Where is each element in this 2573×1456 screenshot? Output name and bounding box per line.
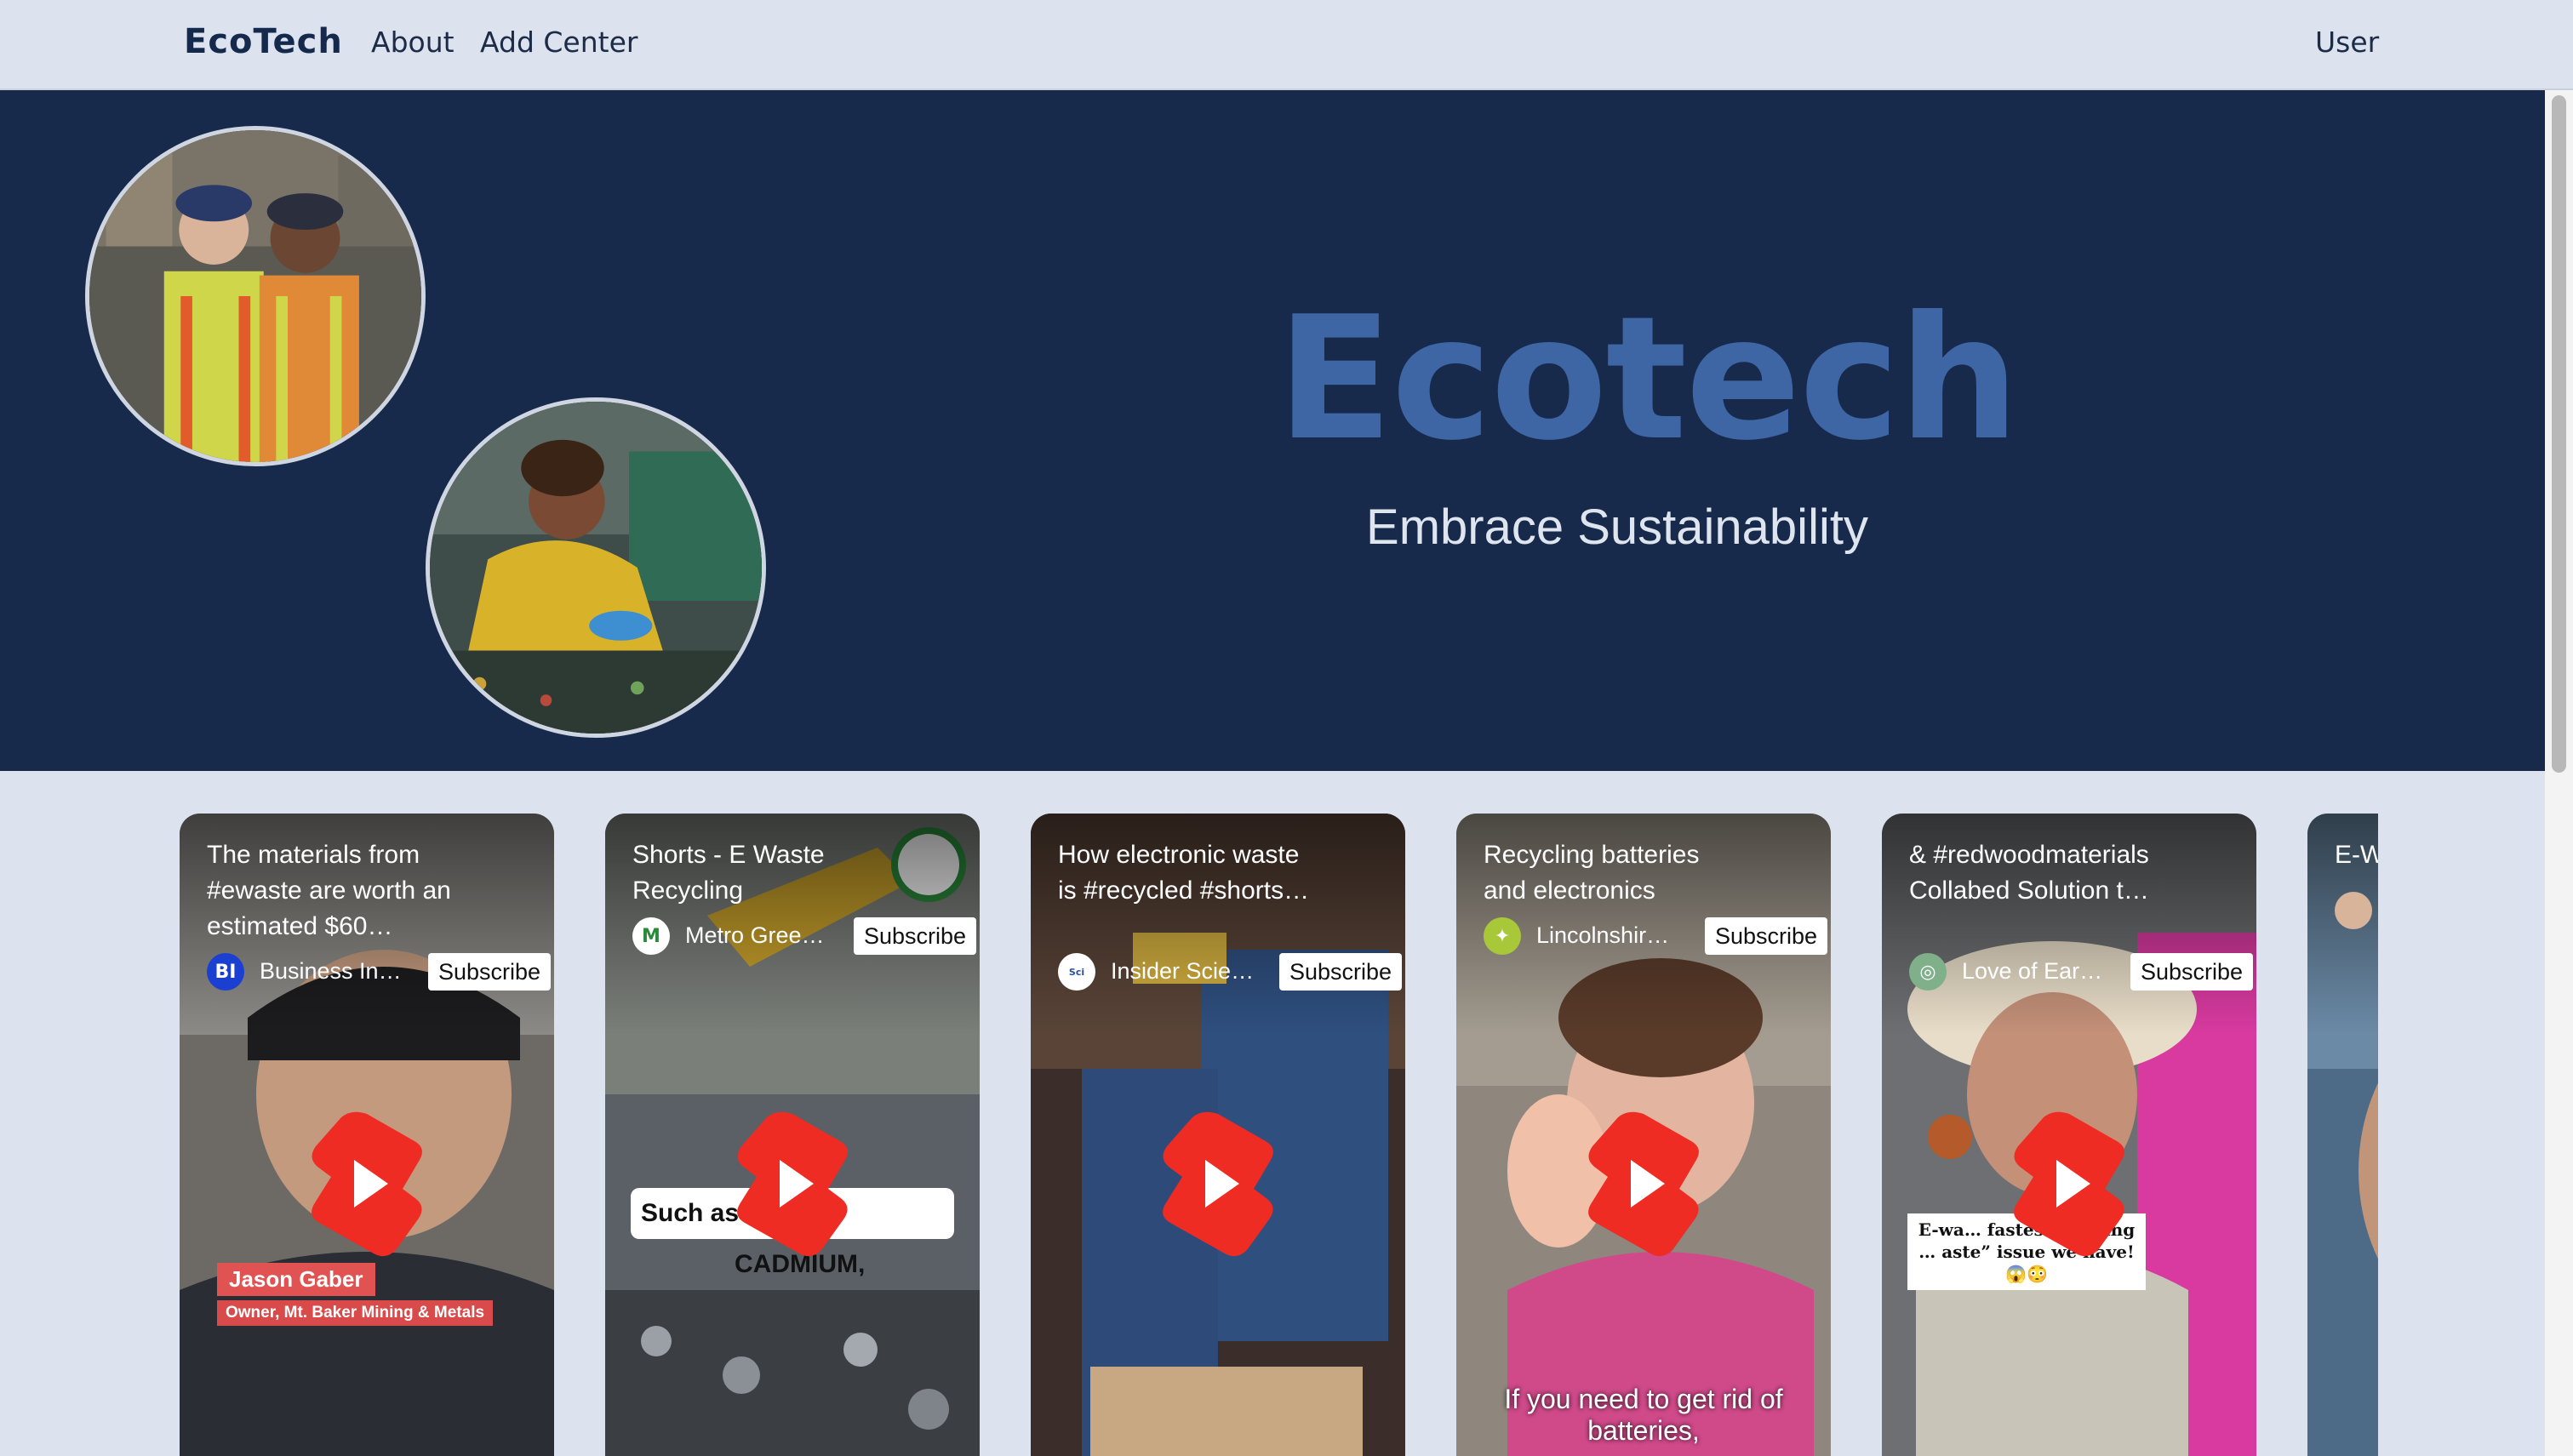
channel-avatar-icon[interactable]: BI — [207, 953, 244, 991]
video-card[interactable]: Shorts - E Waste Recycling M Metro Gree…… — [605, 814, 980, 1456]
channel-name[interactable]: Love of Ear… — [1962, 958, 2115, 985]
video-title: How electronic waste is #recycled #short… — [1058, 841, 1310, 905]
channel-row: Sci Insider Scie… Subscribe — [1058, 953, 1403, 991]
video-title: Shorts - E Waste Recycling — [632, 841, 825, 905]
top-navbar: EcoTech About Add Center User — [0, 0, 2573, 90]
video-card[interactable]: E-W — [2307, 814, 2378, 1456]
video-title: The materials from #ewaste are worth an … — [207, 841, 451, 940]
nav-link-user[interactable]: User — [2315, 26, 2379, 59]
channel-row — [2335, 892, 2378, 929]
video-card[interactable]: & #redwoodmaterials Collabed Solution t…… — [1882, 814, 2256, 1456]
channel-name[interactable]: Metro Gree… — [685, 922, 838, 949]
channel-name[interactable]: Insider Scie… — [1111, 958, 1264, 985]
nav-link-add-center[interactable]: Add Center — [480, 26, 638, 59]
channel-avatar-icon[interactable]: Sci — [1058, 953, 1095, 991]
video-title: Recycling batteries and electronics — [1484, 841, 1700, 905]
youtube-shorts-play-icon[interactable] — [1584, 1107, 1703, 1260]
video-card[interactable]: How electronic waste is #recycled #short… — [1031, 814, 1405, 1456]
hero-subtitle: Embrace Sustainability — [1366, 500, 1868, 555]
hero-photo-technician — [426, 397, 766, 738]
channel-avatar-icon[interactable] — [2335, 892, 2372, 929]
subscribe-button[interactable]: Subscribe — [1705, 917, 1828, 955]
subscribe-button[interactable]: Subscribe — [854, 917, 977, 955]
brand-logo[interactable]: EcoTech — [184, 22, 343, 61]
subscribe-button[interactable]: Subscribe — [1279, 953, 1403, 991]
video-title: & #redwoodmaterials Collabed Solution t… — [1909, 841, 2149, 905]
channel-avatar-icon[interactable]: M — [632, 917, 670, 955]
youtube-shorts-play-icon[interactable] — [2010, 1107, 2129, 1260]
video-name-tag: Jason Gaber — [217, 1263, 375, 1296]
page-scrollbar-thumb[interactable] — [2552, 95, 2566, 773]
video-card[interactable]: The materials from #ewaste are worth an … — [180, 814, 554, 1456]
channel-name[interactable]: Lincolnshir… — [1536, 922, 1690, 949]
hero-banner: Ecotech Embrace Sustainability — [0, 90, 2545, 771]
channel-avatar-icon[interactable]: ◎ — [1909, 953, 1947, 991]
nav-link-about[interactable]: About — [371, 26, 455, 59]
youtube-shorts-play-icon[interactable] — [733, 1107, 852, 1260]
channel-name[interactable]: Business In… — [260, 958, 413, 985]
subscribe-button[interactable]: Subscribe — [2130, 953, 2254, 991]
video-title: E-W — [2335, 841, 2378, 869]
youtube-shorts-play-icon[interactable] — [1158, 1107, 1278, 1260]
channel-row: M Metro Gree… Subscribe — [632, 917, 977, 955]
video-role-tag: Owner, Mt. Baker Mining & Metals — [217, 1300, 494, 1326]
channel-row: BI Business In… Subscribe — [207, 953, 552, 991]
channel-row: ✦ Lincolnshir… Subscribe — [1484, 917, 1828, 955]
youtube-shorts-play-icon[interactable] — [307, 1107, 426, 1260]
channel-row: ◎ Love of Ear… Subscribe — [1909, 953, 2254, 991]
shorts-carousel: The materials from #ewaste are worth an … — [180, 814, 2378, 1456]
channel-avatar-icon[interactable]: ✦ — [1484, 917, 1521, 955]
subscribe-button[interactable]: Subscribe — [428, 953, 552, 991]
hero-photo-workers — [85, 126, 426, 466]
hero-title: Ecotech — [1277, 280, 2020, 478]
video-card[interactable]: Recycling batteries and electronics ✦ Li… — [1456, 814, 1831, 1456]
video-bottom-caption: If you need to get rid of batteries, — [1504, 1384, 1783, 1446]
